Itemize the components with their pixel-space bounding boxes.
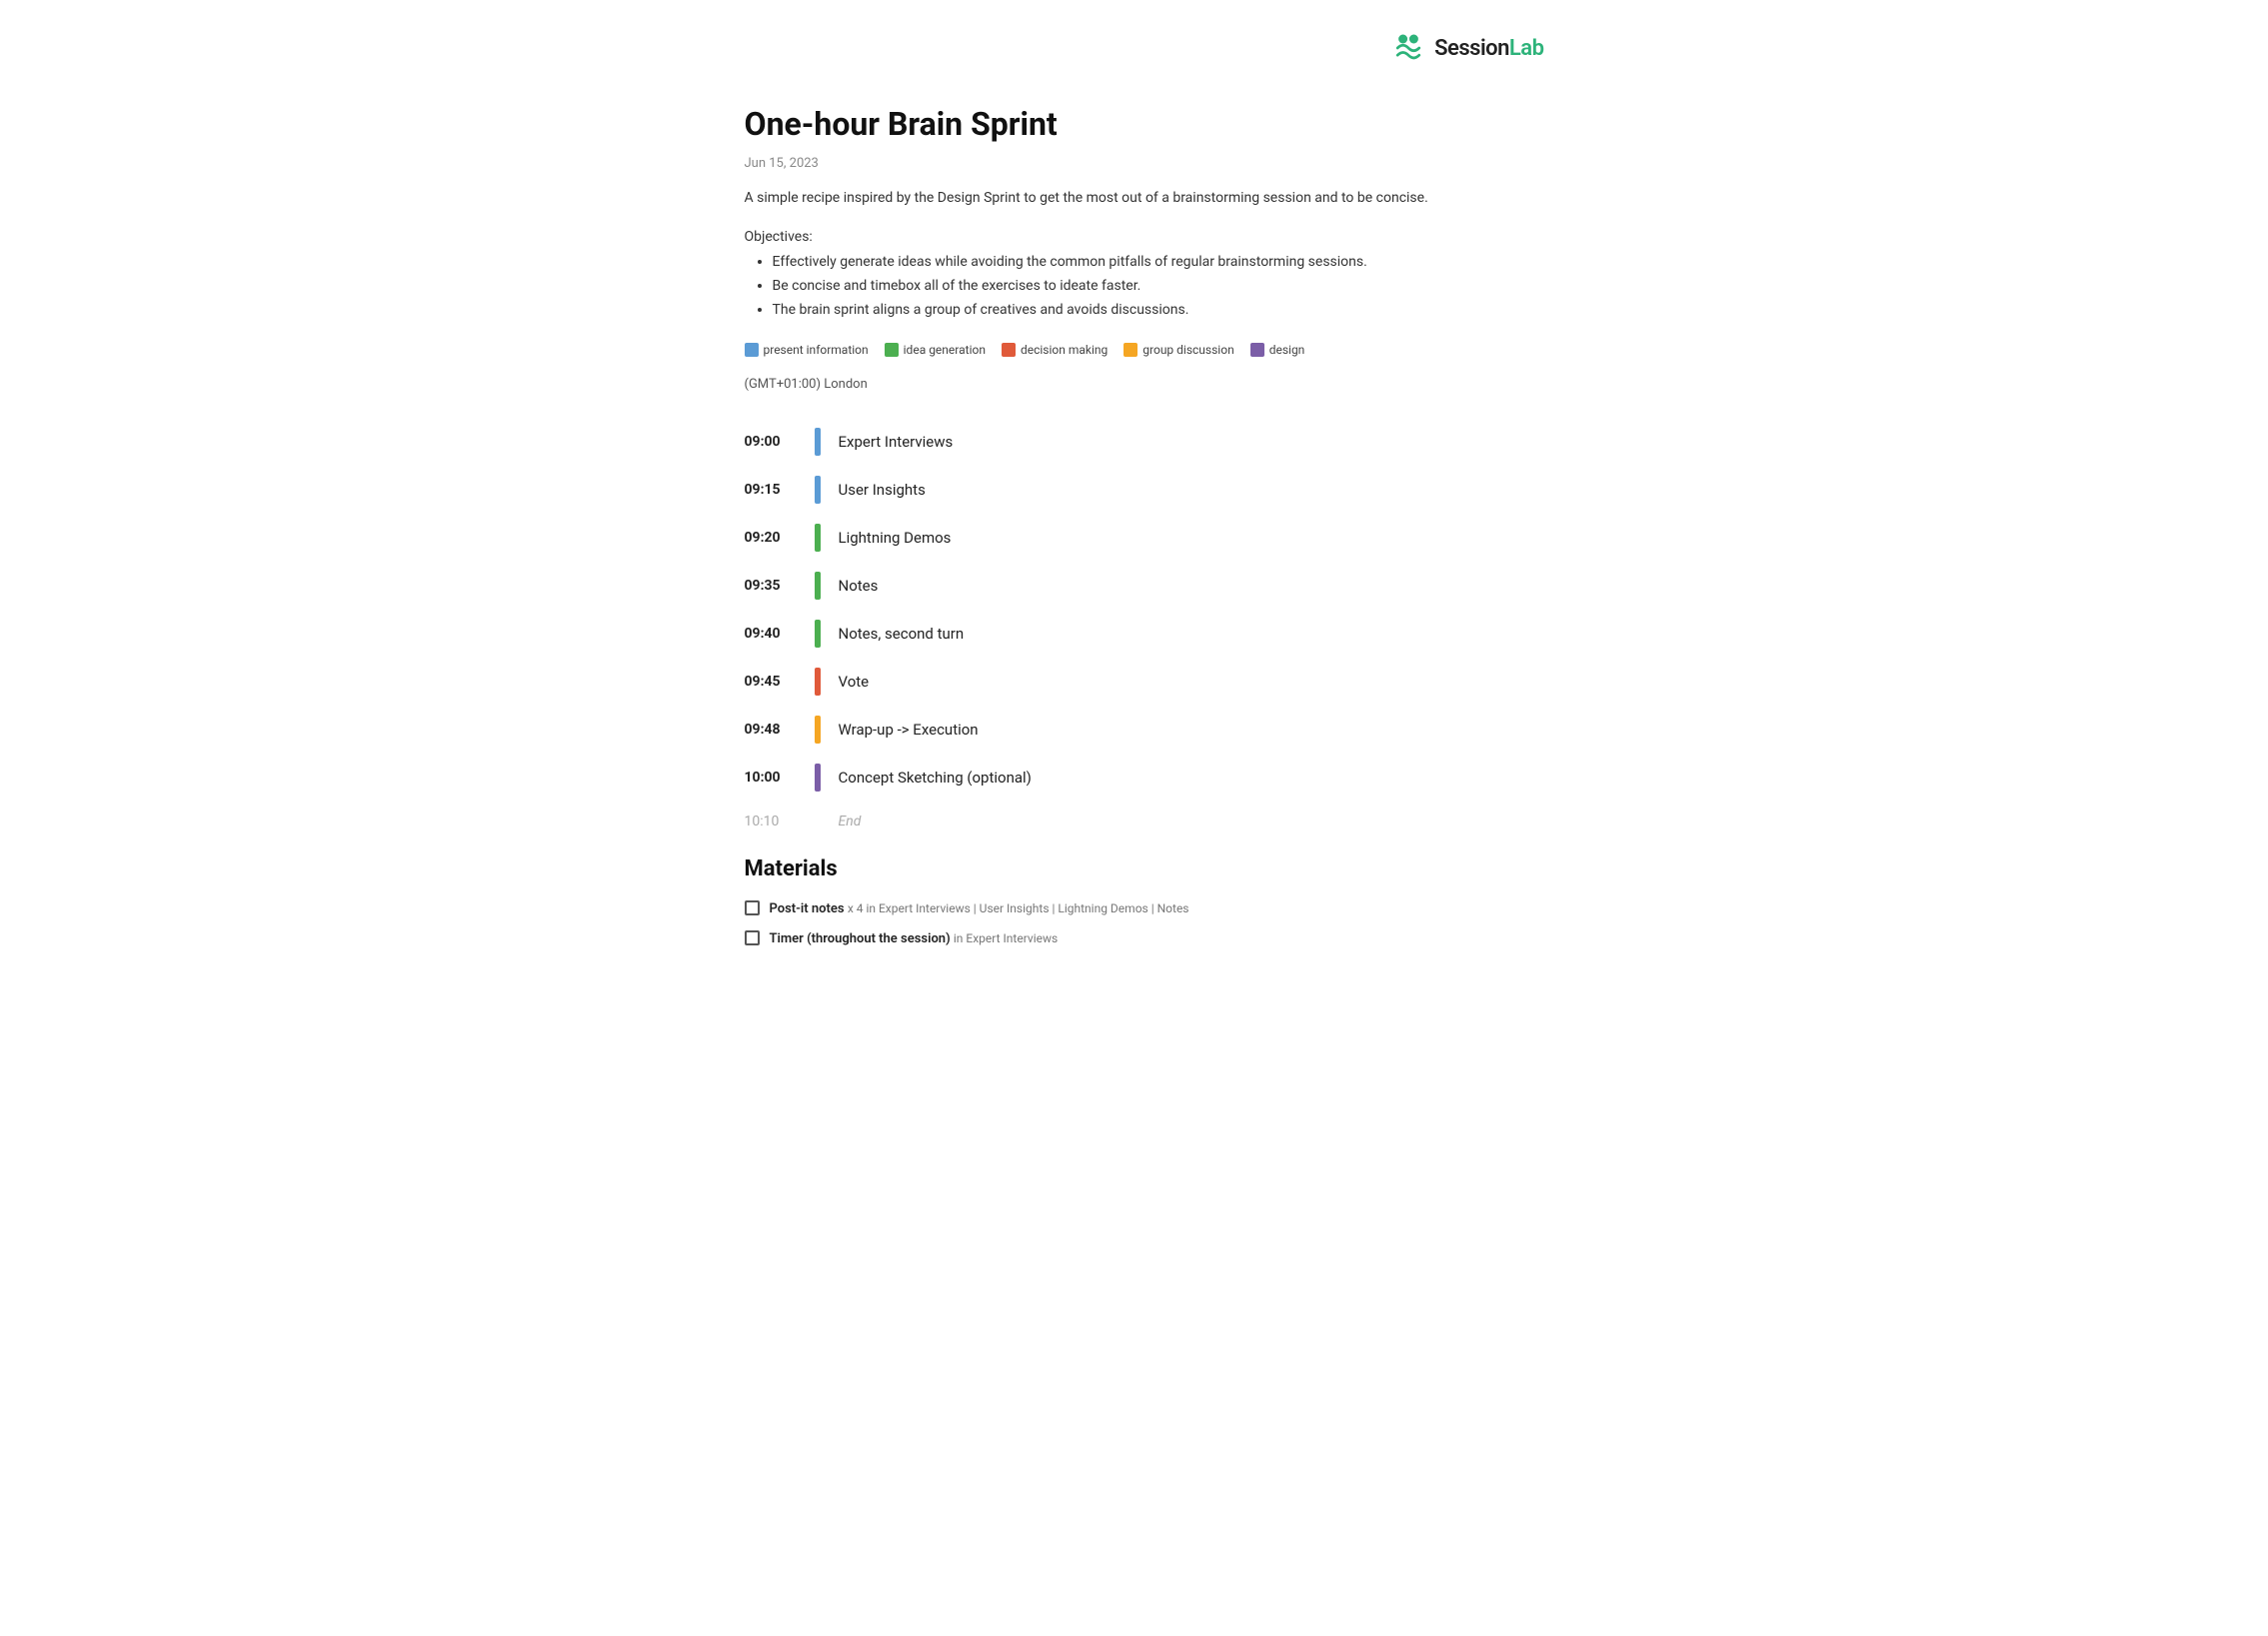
schedule-bar-2 xyxy=(815,524,821,552)
schedule-bar-0 xyxy=(815,428,821,456)
material-sub-1: in Expert Interviews xyxy=(954,931,1058,945)
checkbox-icon-1[interactable] xyxy=(745,930,760,945)
schedule-title-1: User Insights xyxy=(839,479,926,502)
schedule-time-0: 09:00 xyxy=(745,432,815,453)
schedule-row-3: 09:35 Notes xyxy=(745,562,1524,610)
schedule-time-3: 09:35 xyxy=(745,576,815,597)
page-title: One-hour Brain Sprint xyxy=(745,100,1524,148)
sessionlab-icon xyxy=(1390,30,1426,66)
page-wrapper: SessionLab One-hour Brain Sprint Jun 15,… xyxy=(685,0,1584,1018)
legend-dot-design xyxy=(1250,343,1264,357)
schedule-end-label: End xyxy=(839,812,862,832)
schedule-time-7: 10:00 xyxy=(745,768,815,789)
schedule-row-6: 09:48 Wrap-up -> Execution xyxy=(745,706,1524,754)
schedule-title-5: Vote xyxy=(839,671,870,694)
material-text-1: Timer (throughout the session) in Expert… xyxy=(770,929,1059,949)
material-item-1: Timer (throughout the session) in Expert… xyxy=(745,929,1524,949)
legend-label-decision: decision making xyxy=(1021,341,1108,359)
legend-label-idea: idea generation xyxy=(904,341,986,359)
schedule-row-2: 09:20 Lightning Demos xyxy=(745,514,1524,562)
schedule-title-7: Concept Sketching (optional) xyxy=(839,767,1032,790)
schedule-bar-4 xyxy=(815,620,821,648)
schedule-bar-7 xyxy=(815,764,821,792)
schedule-time-1: 09:15 xyxy=(745,480,815,501)
legend-dot-group xyxy=(1124,343,1137,357)
legend-item-idea: idea generation xyxy=(885,341,986,359)
schedule-end-row: 10:10 End xyxy=(745,802,1524,842)
logo-lab: Lab xyxy=(1509,36,1544,61)
legend-label-design: design xyxy=(1269,341,1305,359)
legend-dot-decision xyxy=(1002,343,1016,357)
schedule-title-0: Expert Interviews xyxy=(839,431,954,454)
material-text-0: Post-it notes x 4 in Expert Interviews |… xyxy=(770,899,1189,919)
material-name-0: Post-it notes xyxy=(770,901,845,916)
logo: SessionLab xyxy=(1390,30,1543,66)
objectives-list: Effectively generate ideas while avoidin… xyxy=(745,252,1524,321)
schedule-time-4: 09:40 xyxy=(745,624,815,645)
schedule-title-4: Notes, second turn xyxy=(839,623,965,646)
description: A simple recipe inspired by the Design S… xyxy=(745,188,1524,209)
schedule-bar-1 xyxy=(815,476,821,504)
legend-item-group: group discussion xyxy=(1124,341,1233,359)
legend-item-decision: decision making xyxy=(1002,341,1108,359)
schedule-bar-5 xyxy=(815,668,821,696)
material-sub-0: x 4 in Expert Interviews | User Insights… xyxy=(848,901,1189,915)
logo-text: SessionLab xyxy=(1434,32,1543,65)
legend-label-present: present information xyxy=(764,341,869,359)
schedule-row-5: 09:45 Vote xyxy=(745,658,1524,706)
schedule-bar-3 xyxy=(815,572,821,600)
logo-session: Session xyxy=(1434,36,1509,61)
schedule-row-4: 09:40 Notes, second turn xyxy=(745,610,1524,658)
date-label: Jun 15, 2023 xyxy=(745,154,1524,174)
schedule-row-0: 09:00 Expert Interviews xyxy=(745,418,1524,466)
materials-list: Post-it notes x 4 in Expert Interviews |… xyxy=(745,899,1524,948)
schedule-time-2: 09:20 xyxy=(745,528,815,549)
materials-title: Materials xyxy=(745,852,1524,885)
material-name-1: Timer (throughout the session) xyxy=(770,931,951,946)
schedule-title-3: Notes xyxy=(839,575,879,598)
objective-item: The brain sprint aligns a group of creat… xyxy=(773,300,1524,321)
schedule-end-time: 10:10 xyxy=(745,812,815,832)
timezone: (GMT+01:00) London xyxy=(745,375,1524,395)
schedule-row-1: 09:15 User Insights xyxy=(745,466,1524,514)
checkbox-icon-0[interactable] xyxy=(745,900,760,915)
legend-dot-idea xyxy=(885,343,899,357)
legend-item-present: present information xyxy=(745,341,869,359)
schedule-bar-6 xyxy=(815,716,821,744)
legend-label-group: group discussion xyxy=(1142,341,1233,359)
schedule: 09:00 Expert Interviews 09:15 User Insig… xyxy=(745,418,1524,842)
objectives-label: Objectives: xyxy=(745,227,1524,248)
schedule-title-6: Wrap-up -> Execution xyxy=(839,719,979,742)
legend-dot-present xyxy=(745,343,759,357)
objective-item: Be concise and timebox all of the exerci… xyxy=(773,276,1524,297)
legend-item-design: design xyxy=(1250,341,1305,359)
objective-item: Effectively generate ideas while avoidin… xyxy=(773,252,1524,273)
legend: present information idea generation deci… xyxy=(745,341,1524,359)
schedule-row-7: 10:00 Concept Sketching (optional) xyxy=(745,754,1524,802)
schedule-title-2: Lightning Demos xyxy=(839,527,952,550)
schedule-time-5: 09:45 xyxy=(745,672,815,693)
material-item-0: Post-it notes x 4 in Expert Interviews |… xyxy=(745,899,1524,919)
schedule-time-6: 09:48 xyxy=(745,720,815,741)
